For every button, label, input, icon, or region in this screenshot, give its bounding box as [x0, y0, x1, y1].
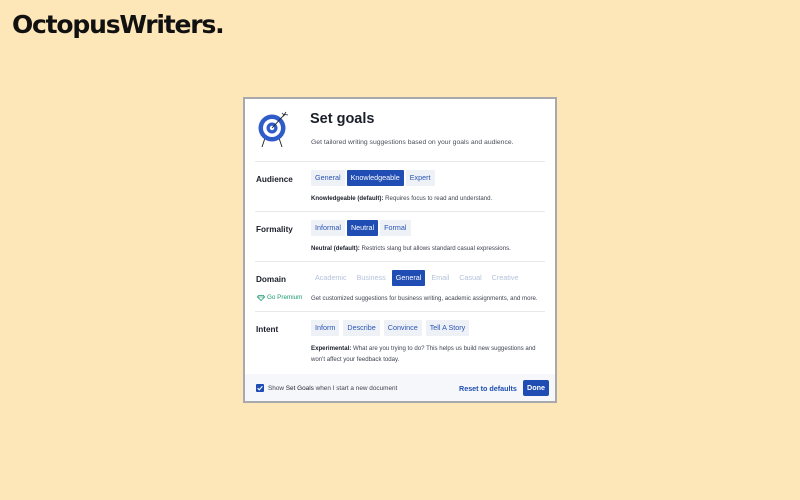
intent-option-convince[interactable]: Convince: [383, 320, 422, 336]
audience-section: Audience General Knowledgeable Expert Kn…: [245, 161, 555, 211]
set-goals-dialog: Set goals Get tailored writing suggestio…: [243, 97, 557, 403]
domain-option-casual: Casual: [459, 273, 482, 282]
show-on-new-document-label: Show Set Goals when I start a new docume…: [268, 385, 398, 392]
audience-description: Knowledgeable (default): Requires focus …: [311, 195, 493, 202]
formality-description: Neutral (default): Restricts slang but a…: [311, 245, 511, 252]
show-on-new-document-checkbox[interactable]: [256, 384, 264, 392]
intent-option-inform[interactable]: Inform: [311, 320, 340, 336]
domain-section: Domain Go Premium Academic Business Gene…: [245, 261, 555, 311]
intent-option-tell-a-story[interactable]: Tell A Story: [425, 320, 470, 336]
domain-option-email: Email: [431, 273, 450, 282]
intent-section: Intent Inform Describe Convince Tell A S…: [245, 311, 555, 373]
dialog-subtitle: Get tailored writing suggestions based o…: [311, 139, 514, 146]
domain-option-academic: Academic: [315, 273, 347, 282]
audience-option-general[interactable]: General: [311, 170, 345, 186]
target-arrow-icon: [258, 111, 289, 148]
formality-options: Informal Neutral Formal: [311, 220, 413, 236]
formality-option-informal[interactable]: Informal: [311, 220, 345, 236]
go-premium-label: Go Premium: [267, 294, 303, 301]
formality-section: Formality Informal Neutral Formal Neutra…: [245, 211, 555, 261]
domain-label: Domain: [256, 275, 287, 284]
diamond-icon: [257, 294, 265, 301]
audience-option-expert[interactable]: Expert: [405, 170, 435, 186]
intent-option-describe[interactable]: Describe: [343, 320, 380, 336]
domain-option-general[interactable]: General: [391, 270, 426, 286]
domain-option-creative: Creative: [491, 273, 519, 282]
reset-to-defaults-button[interactable]: Reset to defaults: [459, 384, 517, 393]
go-premium-link[interactable]: Go Premium: [257, 294, 302, 301]
brand-logo: OctopusWriters.: [12, 10, 225, 39]
intent-label: Intent: [256, 325, 279, 334]
done-button[interactable]: Done: [523, 380, 549, 396]
audience-options: General Knowledgeable Expert: [311, 170, 437, 186]
formality-option-neutral[interactable]: Neutral: [346, 220, 379, 236]
audience-label: Audience: [256, 175, 293, 184]
checkmark-icon: [257, 385, 263, 391]
domain-option-business: Business: [356, 273, 386, 282]
dialog-footer: Show Set Goals when I start a new docume…: [245, 374, 555, 401]
formality-option-formal[interactable]: Formal: [380, 220, 411, 236]
formality-label: Formality: [256, 225, 293, 234]
dialog-header: Set goals Get tailored writing suggestio…: [245, 99, 555, 161]
audience-option-knowledgeable[interactable]: Knowledgeable: [346, 170, 404, 186]
dialog-title: Set goals: [310, 111, 375, 127]
domain-description: Get customized suggestions for business …: [311, 295, 538, 302]
intent-options: Inform Describe Convince Tell A Story: [311, 320, 473, 336]
domain-options: Academic Business General Email Casual C…: [311, 270, 524, 286]
intent-description: Experimental: What are you trying to do?…: [311, 345, 536, 363]
